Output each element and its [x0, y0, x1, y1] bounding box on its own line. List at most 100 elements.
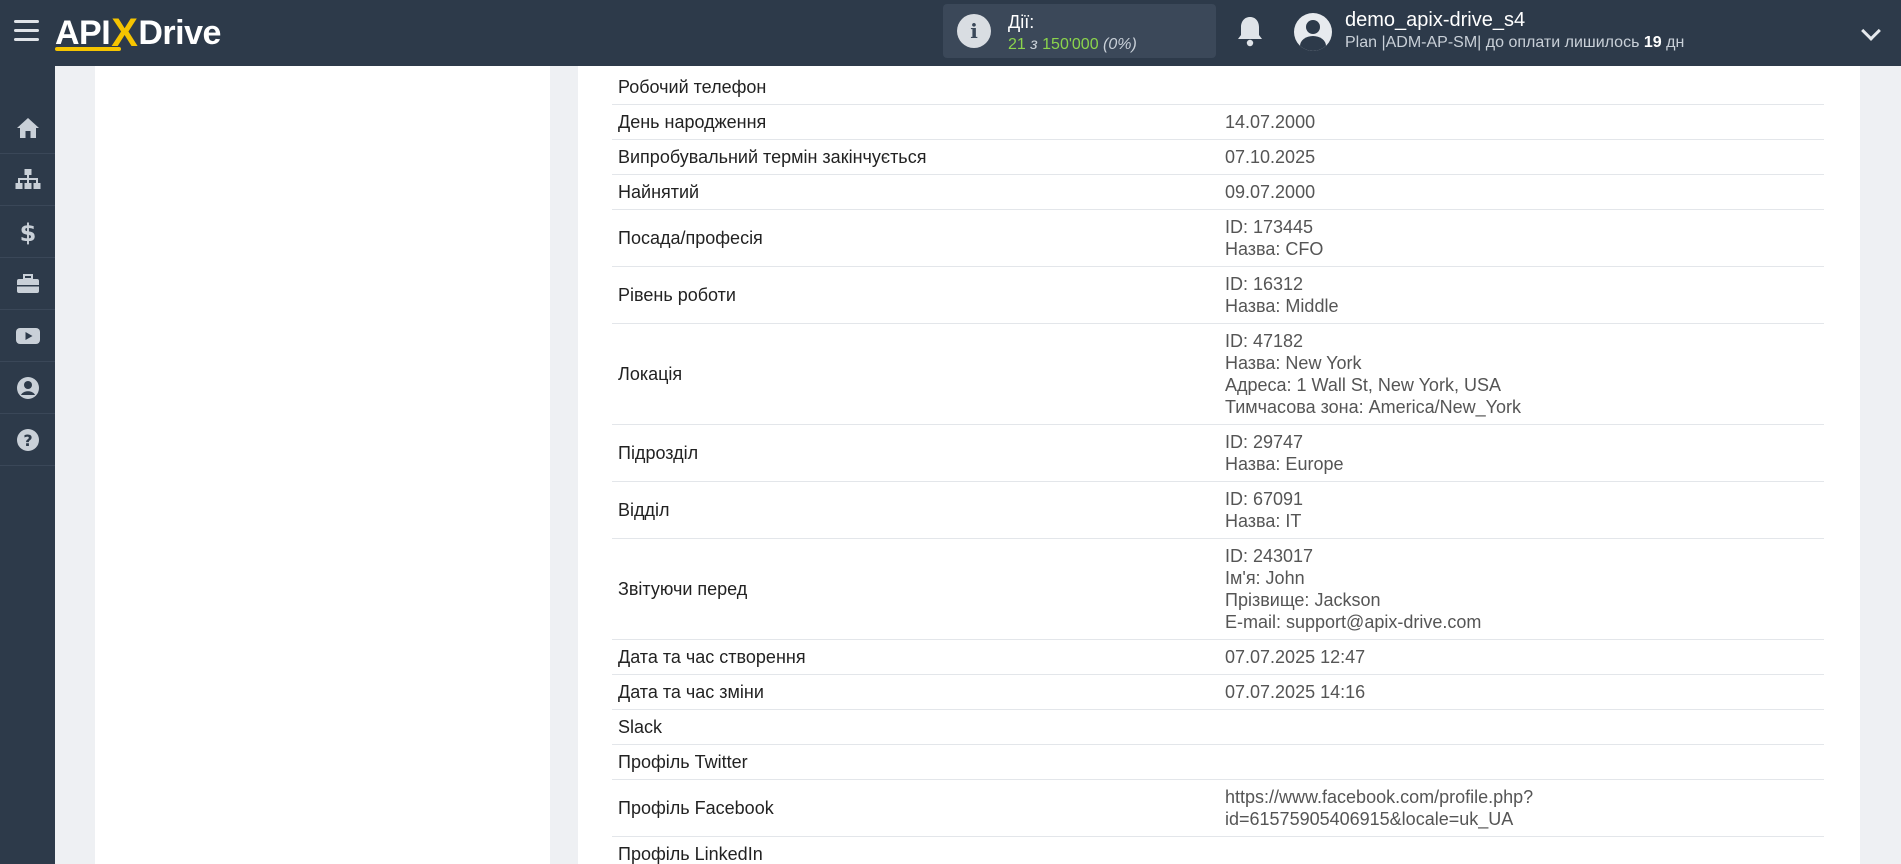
- table-row: Дата та час створення 07.07.2025 12:47: [612, 639, 1824, 675]
- field-value-line: ID: 29747: [1225, 432, 1304, 452]
- field-name: Slack: [612, 709, 1219, 745]
- left-panel: [95, 66, 550, 864]
- sidebar-item-account[interactable]: [0, 362, 55, 414]
- field-value: ID: 243017 Ім'я: John Прізвище: Jackson E-m…: [1219, 538, 1824, 640]
- info-icon: i: [957, 14, 991, 48]
- field-name: Випробувальний термін закінчується: [612, 139, 1219, 175]
- actions-limit: 150'000: [1042, 36, 1099, 53]
- avatar[interactable]: [1294, 13, 1332, 51]
- field-value-line: 09.07.2000: [1225, 182, 1316, 202]
- top-header: API X Drive i Дії: 21 з 150'000 (0%) demo_…: [0, 0, 1901, 66]
- field-name: Рівень роботи: [612, 266, 1219, 324]
- table-row: Відділ ID: 67091 Назва: IT: [612, 481, 1824, 539]
- field-value: 07.10.2025: [1219, 139, 1824, 175]
- table-row: Дата та час зміни 07.07.2025 14:16: [612, 674, 1824, 710]
- user-plan: Plan |ADM-AP-SM| до оплати лишилось 19 д…: [1345, 34, 1684, 52]
- user-circle-icon: [16, 376, 39, 399]
- field-value-line: Назва: IT: [1225, 511, 1302, 531]
- table-row: Найнятий 09.07.2000: [612, 174, 1824, 210]
- field-name: Посада/професія: [612, 209, 1219, 267]
- field-value-line: Назва: Middle: [1225, 296, 1339, 316]
- sidebar-item-help[interactable]: ?: [0, 414, 55, 466]
- actions-counter[interactable]: i Дії: 21 з 150'000 (0%): [943, 4, 1216, 58]
- field-name: Локація: [612, 323, 1219, 425]
- field-value-line: ID: 173445: [1225, 217, 1314, 237]
- table-row: Профіль Twitter: [612, 744, 1824, 780]
- dollar-icon: $: [19, 219, 36, 245]
- table-row: Підрозділ ID: 29747 Назва: Europe: [612, 424, 1824, 482]
- table-row: День народження 14.07.2000: [612, 104, 1824, 140]
- table-row: Локація ID: 47182 Назва: New York Адреса: 1…: [612, 323, 1824, 425]
- table-row: Робочий телефон: [612, 70, 1824, 105]
- field-value-line: ID: 47182: [1225, 331, 1304, 351]
- field-name: Робочий телефон: [612, 70, 1219, 105]
- field-value: 14.07.2000: [1219, 104, 1824, 140]
- field-value-line: Тимчасова зона: America/New_York: [1225, 397, 1522, 417]
- field-name: Профіль Twitter: [612, 744, 1219, 780]
- logo-underline: [55, 47, 121, 51]
- logo-text-drive: Drive: [138, 13, 221, 52]
- field-value: 07.07.2025 14:16: [1219, 674, 1824, 710]
- actions-percent: (0%): [1103, 36, 1137, 53]
- field-name: Профіль LinkedIn: [612, 836, 1219, 864]
- table-row: Посада/професія ID: 173445 Назва: CFO: [612, 209, 1824, 267]
- field-name: Дата та час створення: [612, 639, 1219, 675]
- actions-label: Дії:: [1008, 12, 1035, 32]
- chevron-down-icon[interactable]: [1861, 21, 1881, 41]
- sidebar-item-billing[interactable]: $: [0, 206, 55, 258]
- menu-toggle-icon[interactable]: [14, 20, 39, 42]
- bell-icon[interactable]: [1236, 15, 1264, 47]
- field-value-line: Назва: New York: [1225, 353, 1362, 373]
- field-value: [1219, 836, 1824, 864]
- field-value: 07.07.2025 12:47: [1219, 639, 1824, 675]
- field-value-line: ID: 243017: [1225, 546, 1314, 566]
- actions-of: з: [1030, 36, 1038, 53]
- field-value: ID: 47182 Назва: New York Адреса: 1 Wall S…: [1219, 323, 1824, 425]
- field-value: ID: 67091 Назва: IT: [1219, 481, 1824, 539]
- youtube-icon: [15, 327, 40, 344]
- sidebar-item-connections[interactable]: [0, 154, 55, 206]
- plan-days: 19: [1643, 34, 1662, 51]
- table-row: Рівень роботи ID: 16312 Назва: Middle: [612, 266, 1824, 324]
- field-name: Підрозділ: [612, 424, 1219, 482]
- user-name[interactable]: demo_apix-drive_s4: [1345, 9, 1525, 32]
- plan-prefix: Plan |ADM-AP-SM| до оплати лишилось: [1345, 34, 1640, 51]
- fields-table: Робочий телефон День народження 14.07.2000…: [612, 70, 1824, 864]
- field-value: 09.07.2000: [1219, 174, 1824, 210]
- field-value-line: E-mail: support@apix-drive.com: [1225, 612, 1482, 632]
- table-row: Профіль Facebook https://www.facebook.com…: [612, 779, 1824, 837]
- field-name: Дата та час зміни: [612, 674, 1219, 710]
- field-value: [1219, 70, 1824, 105]
- field-name: Найнятий: [612, 174, 1219, 210]
- table-row: Звітуючи перед ID: 243017 Ім'я: John Прізви…: [612, 538, 1824, 640]
- field-name: Відділ: [612, 481, 1219, 539]
- svg-text:$: $: [19, 219, 36, 245]
- sidebar: $ ?: [0, 66, 55, 864]
- field-value-line: Адреса: 1 Wall St, New York, USA: [1225, 375, 1501, 395]
- home-icon: [16, 117, 39, 138]
- field-value-line: 14.07.2000: [1225, 112, 1316, 132]
- field-value-line: ID: 16312: [1225, 274, 1304, 294]
- sidebar-item-tools[interactable]: [0, 258, 55, 310]
- field-value-line: Прізвище: Jackson: [1225, 590, 1381, 610]
- field-value-line: 07.10.2025: [1225, 147, 1316, 167]
- table-row: Профіль LinkedIn: [612, 836, 1824, 864]
- actions-count-line: 21 з 150'000 (0%): [1008, 36, 1137, 54]
- svg-text:?: ?: [23, 431, 32, 450]
- actions-count: 21: [1008, 36, 1026, 53]
- field-value: ID: 16312 Назва: Middle: [1219, 266, 1824, 324]
- apixdrive-logo[interactable]: API X Drive: [55, 11, 221, 55]
- sidebar-item-home[interactable]: [0, 102, 55, 154]
- briefcase-icon: [16, 273, 39, 293]
- field-name: День народження: [612, 104, 1219, 140]
- sitemap-icon: [15, 168, 40, 189]
- field-name: Профіль Facebook: [612, 779, 1219, 837]
- field-value-line: https://www.facebook.com/profile.php?: [1225, 787, 1534, 807]
- field-name: Звітуючи перед: [612, 538, 1219, 640]
- field-value-line: ID: 67091: [1225, 489, 1304, 509]
- sidebar-item-video[interactable]: [0, 310, 55, 362]
- field-value-line: Ім'я: John: [1225, 568, 1305, 588]
- field-value: ID: 29747 Назва: Europe: [1219, 424, 1824, 482]
- field-value-line: Назва: CFO: [1225, 239, 1324, 259]
- field-value-line: 07.07.2025 14:16: [1225, 682, 1366, 702]
